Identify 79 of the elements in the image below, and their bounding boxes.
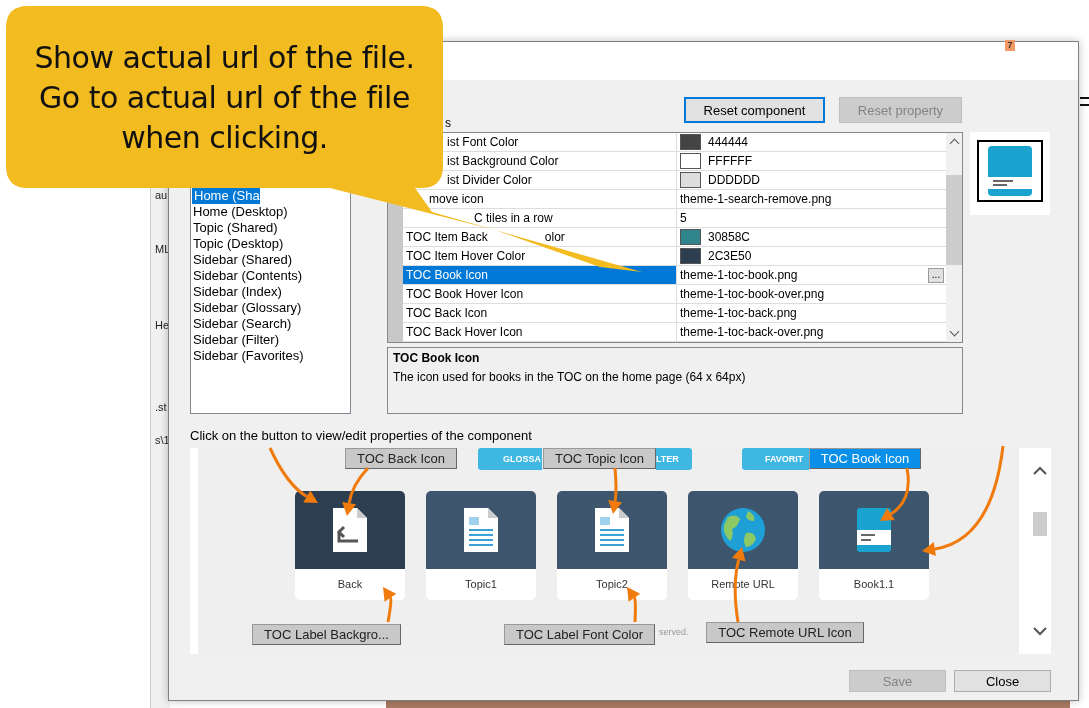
property-value[interactable]: 30858C	[677, 228, 946, 247]
section-label: s	[445, 116, 451, 130]
property-name[interactable]: ist Font Color	[447, 135, 519, 149]
tile-label: Back	[336, 577, 364, 592]
toc-tile[interactable]: Back	[295, 491, 405, 600]
arrow	[608, 467, 622, 514]
list-item[interactable]: Sidebar (Contents)	[191, 268, 350, 284]
property-name[interactable]: TOC Item Back	[406, 230, 488, 244]
list-item[interactable]: Home (Sha	[192, 188, 260, 204]
tile-label: Topic2	[595, 577, 629, 592]
list-item[interactable]: Sidebar (Index)	[191, 284, 350, 300]
arrow	[268, 447, 318, 503]
footer-text: served.	[659, 627, 689, 637]
text-fragment: He	[155, 319, 170, 331]
tile-label: Topic1	[464, 577, 498, 592]
callout-text: Show actual url of the file. Go to actual url of the file when clicking.	[33, 39, 416, 157]
text-fragment: .st	[155, 401, 167, 413]
property-value[interactable]: 444444	[677, 133, 946, 152]
property-button[interactable]: TOC Back Icon	[345, 448, 457, 469]
text-fragment: s\1	[155, 434, 170, 446]
property-value[interactable]: theme-1-search-remove.png	[677, 190, 946, 209]
property-value[interactable]: DDDDDD	[677, 171, 946, 190]
browse-button[interactable]: ...	[928, 267, 944, 283]
toc-tile[interactable]: Topic1	[426, 491, 536, 600]
property-button[interactable]: TOC Topic Icon	[543, 448, 656, 469]
caption: Click on the button to view/edit properties of the component	[190, 428, 533, 443]
book-icon	[857, 508, 891, 552]
book-icon	[977, 140, 1043, 202]
list-item[interactable]: Home (Desktop)	[191, 204, 350, 220]
property-name[interactable]: TOC Book Icon	[403, 266, 677, 285]
property-button[interactable]: TOC Label Font Color	[504, 624, 655, 645]
property-value[interactable]: FFFFFF	[677, 152, 946, 171]
description-text: The icon used for books in the TOC on the home page (64 x 64px)	[393, 370, 747, 384]
scrollbar[interactable]	[946, 133, 962, 342]
property-name[interactable]: TOC Back Icon	[403, 304, 677, 323]
scroll-thumb[interactable]	[946, 175, 962, 265]
badge: 7	[1005, 40, 1015, 51]
reset-button[interactable]: Reset component	[684, 97, 825, 123]
arrow	[627, 587, 641, 623]
list-item[interactable]: Sidebar (Search)	[191, 316, 350, 332]
property-value[interactable]: 5	[677, 209, 946, 228]
arrow	[880, 467, 910, 521]
property-name[interactable]: move icon	[429, 192, 484, 206]
property-name[interactable]: olor	[544, 230, 565, 244]
arrow	[383, 587, 397, 623]
property-value[interactable]: theme-1-toc-book.png ...	[677, 266, 946, 285]
property-value[interactable]: 2C3E50	[677, 247, 946, 266]
property-name[interactable]: ist Background Color	[447, 154, 559, 168]
property-value[interactable]: theme-1-toc-book-over.png	[677, 285, 946, 304]
row-header	[388, 323, 403, 342]
text-fragment: au	[155, 189, 168, 201]
list-item[interactable]: Sidebar (Shared)	[191, 252, 350, 268]
dialog-button[interactable]: Close	[954, 670, 1051, 692]
scroll-thumb[interactable]	[1033, 512, 1047, 536]
arrow	[342, 467, 370, 516]
description-title: TOC Book Icon	[393, 351, 481, 365]
globe-icon	[720, 507, 766, 553]
text-fragment: ML	[155, 243, 171, 255]
toc-tile[interactable]: Book1.1	[819, 491, 929, 600]
list-item[interactable]: Sidebar (Glossary)	[191, 300, 350, 316]
property-name[interactable]: ist Divider Color	[447, 173, 532, 187]
list-item[interactable]: Sidebar (Favorites)	[191, 348, 350, 364]
scroll-up-icon[interactable]	[1033, 466, 1047, 476]
tile-label: Book1.1	[852, 577, 896, 592]
property-name[interactable]: TOC Back Hover Icon	[403, 323, 677, 342]
property-button[interactable]: TOC Label Backgro...	[252, 624, 401, 645]
property-name[interactable]: C tiles in a row	[474, 211, 553, 225]
property-button[interactable]: TOC Remote URL Icon	[706, 622, 864, 643]
list-item[interactable]: Topic (Desktop)	[191, 236, 350, 252]
document-icon	[595, 508, 629, 552]
property-value[interactable]: theme-1-toc-back.png	[677, 304, 946, 323]
list-item[interactable]: Sidebar (Filter)	[191, 332, 350, 348]
document-icon	[464, 508, 498, 552]
list-item[interactable]: Topic (Shared)	[191, 220, 350, 236]
property-value[interactable]: theme-1-toc-back-over.png	[677, 323, 946, 342]
property-name[interactable]: TOC Book Hover Icon	[403, 285, 677, 304]
scroll-down-icon[interactable]	[1033, 626, 1047, 636]
document-icon	[333, 508, 367, 552]
toc-tile[interactable]: Topic2	[557, 491, 667, 600]
